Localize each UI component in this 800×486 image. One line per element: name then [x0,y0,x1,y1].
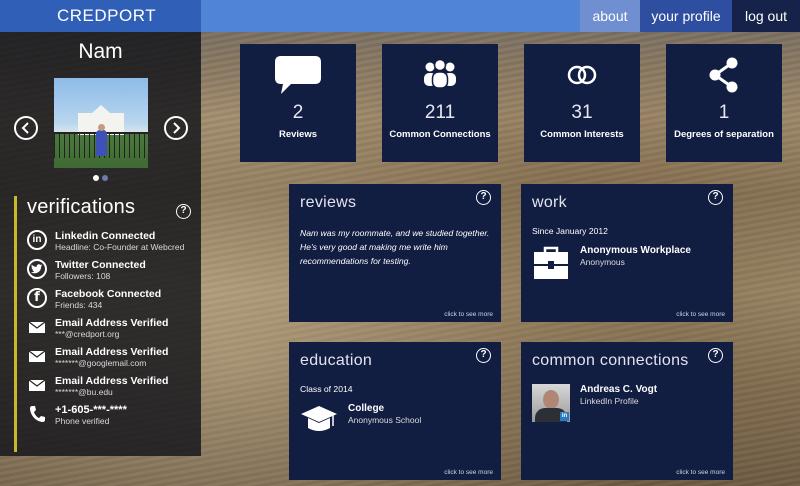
card-reviews[interactable]: reviews ? Nam was my roommate, and we st… [289,184,501,322]
stat-tile-common-connections[interactable]: 211 Common Connections [382,44,498,162]
card-common-connections[interactable]: common connections ? in Andreas C. Vogt … [521,342,733,480]
nav-about[interactable]: about [580,0,640,32]
verification-detail: Followers: 108 [55,271,111,281]
verification-title: +1-605-***-**** [55,404,127,416]
linkedin-icon: in [27,230,47,250]
verification-title: Email Address Verified [55,375,169,387]
stat-label: Common Connections [389,129,491,140]
stat-value: 1 [718,102,730,123]
verification-detail: ***@credport.org [55,329,120,339]
phone-icon [30,406,45,422]
graduation-cap-icon [301,406,337,431]
review-quote: Nam was my roommate, and we studied toge… [300,228,490,266]
verifications-help-icon[interactable]: ? [176,204,191,219]
verification-title: Twitter Connected [55,259,146,271]
help-icon[interactable]: ? [476,190,491,205]
twitter-icon [27,259,47,279]
connection-name[interactable]: Andreas C. Vogt [580,384,657,395]
facebook-icon: f [27,288,47,308]
top-nav: about your profile log out [580,0,800,32]
verification-detail: *******@bu.edu [55,387,113,397]
verification-detail: Headline: Co-Founder at Webcred [55,242,185,252]
click-to-see-more-link[interactable]: click to see more [676,469,725,476]
next-photo-button[interactable] [164,116,188,140]
verifications-accent-bar [14,196,17,452]
help-icon[interactable]: ? [708,190,723,205]
profile-name: Nam [78,40,123,63]
workplace-detail: Anonymous [580,257,625,267]
chevron-right-icon [173,122,181,134]
stat-value: 211 [424,102,456,123]
connection-avatar[interactable]: in [532,384,570,422]
share-icon [709,57,738,93]
card-title: work [532,194,567,211]
education-class: Class of 2014 [300,384,353,394]
stat-label: Reviews [278,129,318,140]
verification-title: Linkedin Connected [55,230,156,242]
card-title: education [300,352,373,369]
verification-detail: *******@googlemail.com [55,358,147,368]
speech-bubble-icon [275,56,321,94]
card-title: common connections [532,352,689,369]
stat-value: 2 [292,102,304,123]
work-since: Since January 2012 [532,226,608,236]
stat-label: Degrees of separation [674,129,774,140]
rings-icon [567,65,597,85]
chevron-left-icon [21,122,29,134]
click-to-see-more-link[interactable]: click to see more [444,469,493,476]
card-work[interactable]: work ? Since January 2012 Anonymous Work… [521,184,733,322]
school-type: College [348,403,385,414]
people-group-icon [424,58,456,89]
stat-tile-reviews[interactable]: 2 Reviews [240,44,356,162]
brand-logo[interactable]: CREDPORT [0,0,201,32]
verification-title: Email Address Verified [55,346,169,358]
verification-title: Email Address Verified [55,317,169,329]
linkedin-badge-icon: in [560,412,569,421]
stat-label: Common Interests [540,129,624,140]
stat-tile-degrees-of-separation[interactable]: 1 Degrees of separation [666,44,782,162]
stat-tile-common-interests[interactable]: 31 Common Interests [524,44,640,162]
connection-source: LinkedIn Profile [580,396,639,406]
verification-detail: Friends: 434 [55,300,103,310]
nav-your-profile[interactable]: your profile [640,0,732,32]
card-education[interactable]: education ? Class of 2014 College Anonym… [289,342,501,480]
help-icon[interactable]: ? [476,348,491,363]
envelope-icon [28,321,46,333]
photo-carousel-dots[interactable] [93,175,108,181]
envelope-icon [28,379,46,391]
envelope-icon [28,350,46,362]
nav-log-out[interactable]: log out [732,0,800,32]
verifications-title: verifications [27,196,136,218]
verification-title: Facebook Connected [55,288,162,300]
profile-photo [54,78,148,168]
profile-sidebar: Nam verifications ? in Linkedin Connecte… [0,32,201,456]
card-title: reviews [300,194,357,211]
click-to-see-more-link[interactable]: click to see more [444,311,493,318]
stat-value: 31 [571,102,593,123]
workplace-name: Anonymous Workplace [580,245,691,256]
click-to-see-more-link[interactable]: click to see more [676,311,725,318]
school-name: Anonymous School [348,415,422,425]
help-icon[interactable]: ? [708,348,723,363]
briefcase-icon [534,246,568,279]
verification-detail: Phone verified [55,416,110,426]
top-bar: CREDPORT about your profile log out [0,0,800,32]
prev-photo-button[interactable] [14,116,38,140]
